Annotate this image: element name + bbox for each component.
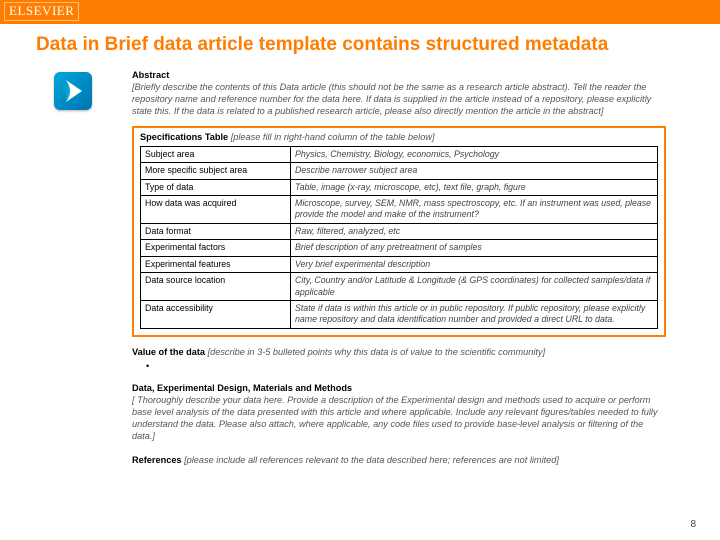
spec-row-label: Data format [141,223,291,239]
value-heading: Value of the data [describe in 3-5 bulle… [132,347,666,359]
spec-row-value: State if data is within this article or … [291,300,658,328]
methods-text: [ Thoroughly describe your data here. Pr… [132,395,666,443]
table-row: Experimental factorsBrief description of… [141,240,658,256]
value-bullet: • [146,361,666,373]
spec-row-value: Very brief experimental description [291,256,658,272]
table-row: How data was acquiredMicroscope, survey,… [141,196,658,224]
icon-column [54,72,96,110]
spec-row-value: Microscope, survey, SEM, NMR, mass spect… [291,196,658,224]
table-row: Data source locationCity, Country and/or… [141,273,658,301]
spec-row-label: Data accessibility [141,300,291,328]
content-area: Abstract [Briefly describe the contents … [0,70,720,466]
table-row: Data formatRaw, filtered, analyzed, etc [141,223,658,239]
references-heading: References [please include all reference… [132,455,666,467]
refs-prefix: References [132,455,184,465]
abstract-text: [Briefly describe the contents of this D… [132,82,666,118]
spec-heading-suffix: [please fill in right-hand column of the… [231,132,435,142]
brand-logo: ELSEVIER [4,2,79,21]
table-row: Type of dataTable, image (x-ray, microsc… [141,179,658,195]
spec-heading-prefix: Specifications Table [140,132,231,142]
brand-text: ELSEVIER [4,2,79,21]
spec-heading: Specifications Table [please fill in rig… [140,132,658,144]
data-in-brief-icon [54,72,92,110]
table-row: Experimental featuresVery brief experime… [141,256,658,272]
specifications-table: Subject areaPhysics, Chemistry, Biology,… [140,146,658,329]
spec-row-label: Data source location [141,273,291,301]
value-heading-prefix: Value of the data [132,347,208,357]
spec-row-label: More specific subject area [141,163,291,179]
spec-row-label: How data was acquired [141,196,291,224]
spec-row-label: Experimental factors [141,240,291,256]
top-bar: ELSEVIER [0,0,720,24]
document-body: Abstract [Briefly describe the contents … [132,70,666,466]
spec-row-value: Table, image (x-ray, microscope, etc), t… [291,179,658,195]
spec-row-value: Describe narrower subject area [291,163,658,179]
spec-row-value: Brief description of any pretreatment of… [291,240,658,256]
refs-suffix: [please include all references relevant … [184,455,559,465]
slide-title: Data in Brief data article template cont… [0,24,720,64]
specifications-box: Specifications Table [please fill in rig… [132,126,666,337]
table-row: Subject areaPhysics, Chemistry, Biology,… [141,146,658,162]
spec-row-label: Subject area [141,146,291,162]
spec-row-value: Physics, Chemistry, Biology, economics, … [291,146,658,162]
page-number: 8 [690,519,696,530]
methods-heading: Data, Experimental Design, Materials and… [132,383,666,395]
value-heading-suffix: [describe in 3-5 bulleted points why thi… [208,347,546,357]
spec-row-label: Type of data [141,179,291,195]
spec-row-label: Experimental features [141,256,291,272]
table-row: More specific subject areaDescribe narro… [141,163,658,179]
abstract-heading: Abstract [132,70,666,82]
spec-row-value: City, Country and/or Latitude & Longitud… [291,273,658,301]
spec-row-value: Raw, filtered, analyzed, etc [291,223,658,239]
table-row: Data accessibilityState if data is withi… [141,300,658,328]
